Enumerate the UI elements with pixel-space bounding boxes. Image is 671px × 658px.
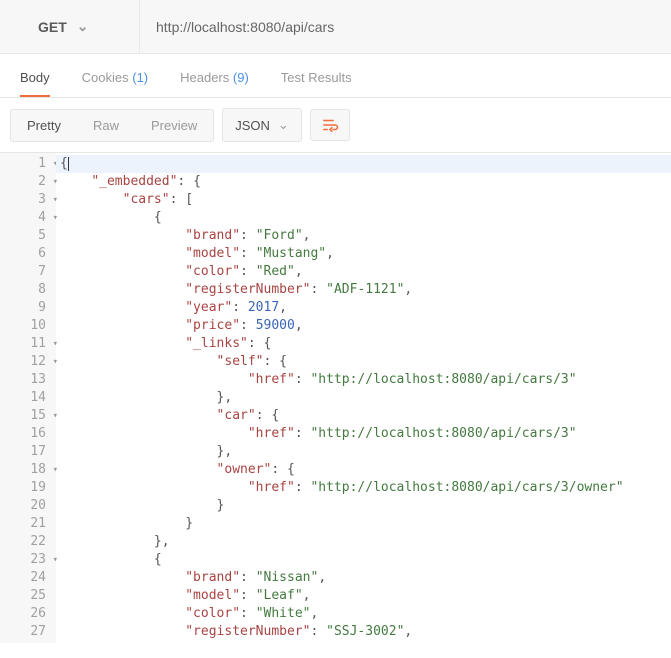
tab-headers-count: (9) — [233, 70, 249, 85]
tab-test-results[interactable]: Test Results — [281, 70, 352, 97]
line-number[interactable]: 11 — [0, 335, 50, 353]
line-number: 25 — [0, 587, 50, 605]
code-line: "owner": { — [56, 461, 671, 479]
line-number: 14 — [0, 389, 50, 407]
code-line: { — [56, 155, 671, 173]
wrap-toggle-button[interactable] — [310, 109, 350, 141]
http-method-select[interactable]: GET ⌄ — [0, 0, 140, 53]
tab-cookies-label: Cookies — [82, 70, 129, 85]
code-line: "cars": [ — [56, 191, 671, 209]
line-number[interactable]: 15 — [0, 407, 50, 425]
code-line: { — [56, 209, 671, 227]
line-number[interactable]: 3 — [0, 191, 50, 209]
line-number: 21 — [0, 515, 50, 533]
line-number[interactable]: 23 — [0, 551, 50, 569]
code-line: "brand": "Nissan", — [56, 569, 671, 587]
line-gutter: 1234567891011121314151617181920212223242… — [0, 153, 56, 643]
code-line: }, — [56, 533, 671, 551]
viewmode-preview[interactable]: Preview — [135, 110, 213, 141]
line-number[interactable]: 18 — [0, 461, 50, 479]
code-line: "price": 59000, — [56, 317, 671, 335]
tab-cookies[interactable]: Cookies (1) — [82, 70, 148, 97]
code-line: "href": "http://localhost:8080/api/cars/… — [56, 479, 671, 497]
code-line: "registerNumber": "SSJ-3002", — [56, 623, 671, 641]
code-line: { — [56, 551, 671, 569]
line-number: 26 — [0, 605, 50, 623]
chevron-down-icon: ⌄ — [77, 18, 89, 35]
request-bar: GET ⌄ http://localhost:8080/api/cars — [0, 0, 671, 54]
line-number: 6 — [0, 245, 50, 263]
tab-headers-label: Headers — [180, 70, 229, 85]
line-number: 20 — [0, 497, 50, 515]
line-number: 22 — [0, 533, 50, 551]
line-number[interactable]: 12 — [0, 353, 50, 371]
viewmode-group: Pretty Raw Preview — [10, 109, 214, 142]
line-number: 19 — [0, 479, 50, 497]
code-line: "color": "White", — [56, 605, 671, 623]
url-input[interactable]: http://localhost:8080/api/cars — [140, 0, 671, 53]
code-view: 1234567891011121314151617181920212223242… — [0, 152, 671, 643]
tab-body[interactable]: Body — [20, 70, 50, 97]
code-line: "color": "Red", — [56, 263, 671, 281]
code-line: "year": 2017, — [56, 299, 671, 317]
line-number: 9 — [0, 299, 50, 317]
line-number: 16 — [0, 425, 50, 443]
line-number: 13 — [0, 371, 50, 389]
code-line: "_embedded": { — [56, 173, 671, 191]
line-number: 24 — [0, 569, 50, 587]
code-line: "_links": { — [56, 335, 671, 353]
code-line: }, — [56, 443, 671, 461]
code-line: "href": "http://localhost:8080/api/cars/… — [56, 371, 671, 389]
chevron-down-icon: ⌄ — [278, 117, 289, 133]
line-number: 5 — [0, 227, 50, 245]
url-text: http://localhost:8080/api/cars — [156, 19, 334, 35]
format-label: JSON — [235, 118, 270, 133]
format-select[interactable]: JSON ⌄ — [222, 108, 302, 142]
wrap-icon — [321, 116, 339, 134]
http-method-label: GET — [38, 19, 67, 35]
line-number: 10 — [0, 317, 50, 335]
code-line: } — [56, 515, 671, 533]
code-line: }, — [56, 389, 671, 407]
line-number: 7 — [0, 263, 50, 281]
code-line: } — [56, 497, 671, 515]
line-number[interactable]: 1 — [0, 155, 50, 173]
tab-cookies-count: (1) — [132, 70, 148, 85]
code-line: "href": "http://localhost:8080/api/cars/… — [56, 425, 671, 443]
line-number[interactable]: 4 — [0, 209, 50, 227]
code-line: "self": { — [56, 353, 671, 371]
line-number: 27 — [0, 623, 50, 641]
code-line: "model": "Mustang", — [56, 245, 671, 263]
viewmode-raw[interactable]: Raw — [77, 110, 135, 141]
line-number: 17 — [0, 443, 50, 461]
line-number[interactable]: 2 — [0, 173, 50, 191]
response-toolbar: Pretty Raw Preview JSON ⌄ — [0, 98, 671, 152]
code-content[interactable]: { "_embedded": { "cars": [ { "brand": "F… — [56, 153, 671, 643]
line-number: 8 — [0, 281, 50, 299]
response-tabs: Body Cookies (1) Headers (9) Test Result… — [0, 54, 671, 98]
code-line: "brand": "Ford", — [56, 227, 671, 245]
code-line: "model": "Leaf", — [56, 587, 671, 605]
tab-headers[interactable]: Headers (9) — [180, 70, 249, 97]
code-line: "car": { — [56, 407, 671, 425]
viewmode-pretty[interactable]: Pretty — [11, 110, 77, 141]
code-line: "registerNumber": "ADF-1121", — [56, 281, 671, 299]
